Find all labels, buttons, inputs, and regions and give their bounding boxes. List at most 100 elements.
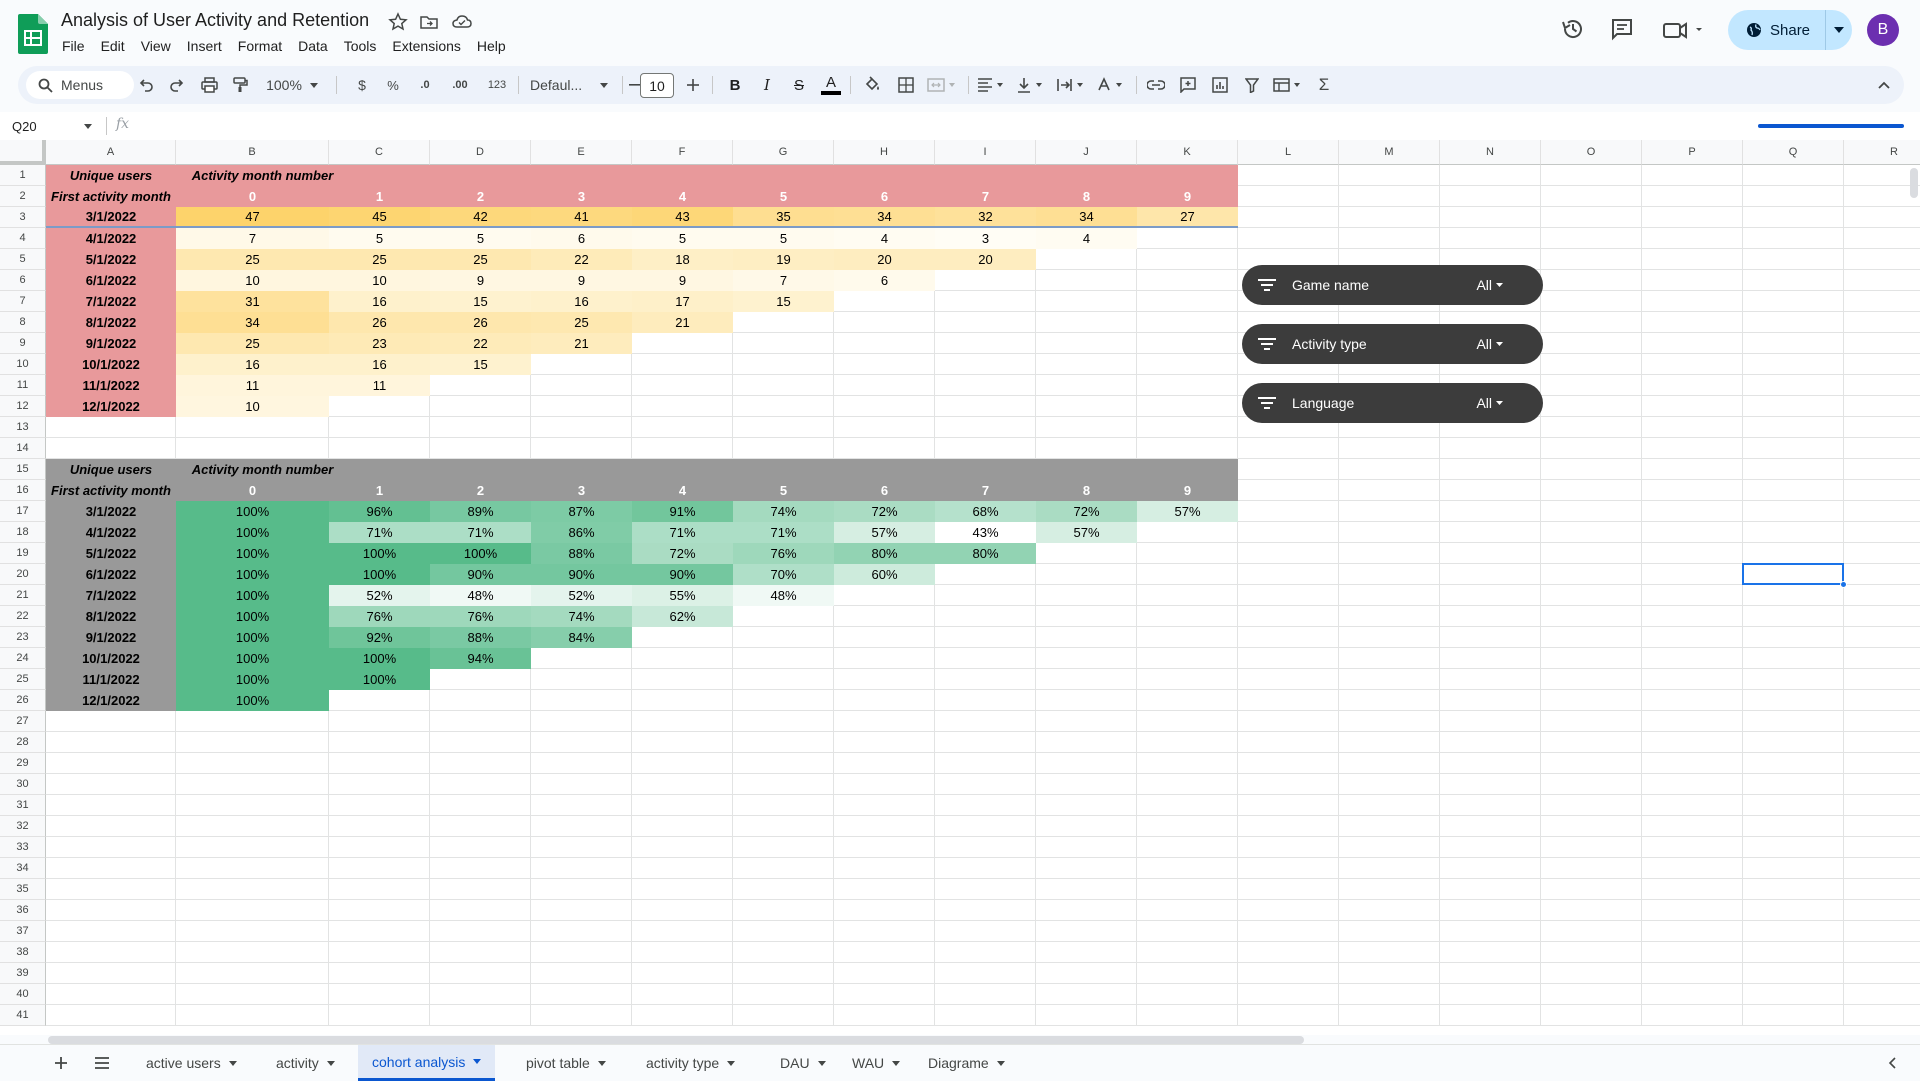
month-index-header[interactable]: 6: [834, 480, 935, 501]
cohort-month-label[interactable]: 3/1/2022: [46, 501, 176, 522]
star-icon[interactable]: [388, 12, 408, 32]
retention-pct-cell[interactable]: 92%: [329, 627, 430, 648]
retention-pct-cell[interactable]: 100%: [329, 543, 430, 564]
caret-down-icon[interactable]: [817, 1060, 826, 1066]
font-family-select[interactable]: Defaul...: [526, 66, 618, 104]
cohort-count-cell[interactable]: 9: [632, 270, 733, 291]
retention-pct-cell[interactable]: 100%: [176, 669, 329, 690]
row-header-12[interactable]: 12: [0, 396, 46, 417]
text-color-button[interactable]: A: [817, 66, 845, 104]
sheet-tab-active-users[interactable]: active users: [132, 1045, 251, 1081]
menu-data[interactable]: Data: [290, 36, 336, 56]
menu-extensions[interactable]: Extensions: [384, 36, 468, 56]
sheet-tab-cohort-analysis[interactable]: cohort analysis: [358, 1045, 496, 1081]
cohort-count-cell[interactable]: 4: [834, 228, 935, 249]
row-header-39[interactable]: 39: [0, 963, 46, 984]
select-all-corner[interactable]: [0, 140, 46, 165]
retention-pct-cell[interactable]: 68%: [935, 501, 1036, 522]
sheets-logo-icon[interactable]: [18, 14, 48, 54]
retention-pct-cell[interactable]: 74%: [733, 501, 834, 522]
retention-pct-cell[interactable]: 72%: [632, 543, 733, 564]
retention-pct-cell[interactable]: 100%: [176, 501, 329, 522]
retention-pct-cell[interactable]: 76%: [430, 606, 531, 627]
header-first-activity-month[interactable]: First activity month: [46, 186, 176, 207]
cohort-count-cell[interactable]: 16: [329, 291, 430, 312]
retention-pct-cell[interactable]: 87%: [531, 501, 632, 522]
cohort-count-cell[interactable]: 42: [430, 207, 531, 228]
row-header-34[interactable]: 34: [0, 858, 46, 879]
month-index-header[interactable]: 8: [1036, 186, 1137, 207]
cohort-month-label[interactable]: 4/1/2022: [46, 228, 176, 249]
cohort-month-label[interactable]: 9/1/2022: [46, 627, 176, 648]
column-header-o[interactable]: O: [1541, 140, 1642, 165]
retention-pct-cell[interactable]: 62%: [632, 606, 733, 627]
retention-pct-cell[interactable]: 90%: [632, 564, 733, 585]
add-sheet-icon[interactable]: [46, 1045, 76, 1081]
cohort-count-cell[interactable]: 15: [733, 291, 834, 312]
redo-icon[interactable]: [163, 66, 191, 104]
cohort-count-cell[interactable]: 5: [329, 228, 430, 249]
row-header-41[interactable]: 41: [0, 1005, 46, 1026]
row-header-21[interactable]: 21: [0, 585, 46, 606]
cohort-count-cell[interactable]: 7: [176, 228, 329, 249]
row-header-10[interactable]: 10: [0, 354, 46, 375]
borders-icon[interactable]: [892, 66, 920, 104]
retention-pct-cell[interactable]: 74%: [531, 606, 632, 627]
bold-button[interactable]: B: [721, 66, 749, 104]
cohort-count-cell[interactable]: 27: [1137, 207, 1238, 228]
row-header-32[interactable]: 32: [0, 816, 46, 837]
cohort-count-cell[interactable]: 5: [632, 228, 733, 249]
fill-color-icon[interactable]: [858, 66, 888, 104]
month-index-header[interactable]: 3: [531, 480, 632, 501]
row-header-38[interactable]: 38: [0, 942, 46, 963]
sheet-tab-activity[interactable]: activity: [262, 1045, 349, 1081]
cohort-month-label[interactable]: 12/1/2022: [46, 690, 176, 711]
row-header-23[interactable]: 23: [0, 627, 46, 648]
sheet-tab-wau[interactable]: WAU: [838, 1045, 914, 1081]
cohort-count-cell[interactable]: 4: [1036, 228, 1137, 249]
row-header-37[interactable]: 37: [0, 921, 46, 942]
retention-pct-cell[interactable]: 57%: [1137, 501, 1238, 522]
cohort-count-cell[interactable]: 11: [329, 375, 430, 396]
percent-format-button[interactable]: %: [379, 66, 407, 104]
cohort-month-label[interactable]: 11/1/2022: [46, 669, 176, 690]
cohort-count-cell[interactable]: 5: [733, 228, 834, 249]
vertical-scrollbar[interactable]: [1906, 166, 1920, 1036]
cohort-month-label[interactable]: 12/1/2022: [46, 396, 176, 417]
row-header-25[interactable]: 25: [0, 669, 46, 690]
fill-handle[interactable]: [1840, 581, 1847, 588]
row-header-8[interactable]: 8: [0, 312, 46, 333]
zoom-select[interactable]: 100%: [260, 66, 324, 104]
more-formats-button[interactable]: 123: [480, 66, 514, 104]
retention-pct-cell[interactable]: 88%: [531, 543, 632, 564]
row-header-27[interactable]: 27: [0, 711, 46, 732]
cohort-count-cell[interactable]: 16: [329, 354, 430, 375]
row-header-31[interactable]: 31: [0, 795, 46, 816]
avatar[interactable]: B: [1867, 14, 1899, 46]
row-header-18[interactable]: 18: [0, 522, 46, 543]
cohort-count-cell[interactable]: 18: [632, 249, 733, 270]
sheet-tab-dau[interactable]: DAU: [766, 1045, 840, 1081]
retention-pct-cell[interactable]: 71%: [430, 522, 531, 543]
cohort-count-cell[interactable]: 10: [176, 396, 329, 417]
cohort-count-cell[interactable]: 45: [329, 207, 430, 228]
cohort-count-cell[interactable]: 3: [935, 228, 1036, 249]
row-header-33[interactable]: 33: [0, 837, 46, 858]
retention-pct-cell[interactable]: 80%: [834, 543, 935, 564]
cohort-month-label[interactable]: 6/1/2022: [46, 270, 176, 291]
retention-pct-cell[interactable]: 86%: [531, 522, 632, 543]
cohort-count-cell[interactable]: 32: [935, 207, 1036, 228]
column-header-q[interactable]: Q: [1743, 140, 1844, 165]
cohort-count-cell[interactable]: 10: [329, 270, 430, 291]
month-index-header[interactable]: 9: [1137, 186, 1238, 207]
retention-pct-cell[interactable]: 48%: [430, 585, 531, 606]
row-header-30[interactable]: 30: [0, 774, 46, 795]
spreadsheet-grid[interactable]: Unique users Activity month number First a…: [0, 140, 1920, 1035]
font-size-increase-icon[interactable]: [682, 66, 704, 104]
header-activity-month-number[interactable]: Activity month number: [176, 165, 349, 186]
retention-pct-cell[interactable]: 48%: [733, 585, 834, 606]
row-header-9[interactable]: 9: [0, 333, 46, 354]
header-activity-month-number[interactable]: Activity month number: [176, 459, 349, 480]
cohort-count-cell[interactable]: 7: [733, 270, 834, 291]
cohort-month-label[interactable]: 4/1/2022: [46, 522, 176, 543]
